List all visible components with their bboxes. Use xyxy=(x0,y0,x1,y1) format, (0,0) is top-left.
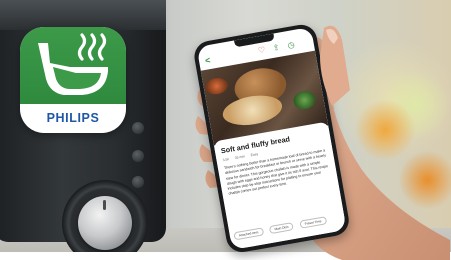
side-dish xyxy=(204,76,229,96)
meta-time: 35 min xyxy=(234,154,246,161)
pot-steam-icon xyxy=(38,33,108,95)
appliance-button xyxy=(132,176,144,188)
dial-indicator xyxy=(103,200,106,210)
chip-attached-item[interactable]: Attached Item xyxy=(233,227,264,241)
scene: PHILIPS < ♡ ⇪ ◷ Soft and fluffy bread 3.… xyxy=(0,0,451,260)
appliance-button xyxy=(132,150,144,162)
heart-icon[interactable]: ♡ xyxy=(257,45,266,55)
recipe-card: Soft and fluffy bread 3.5k 35 min Easy T… xyxy=(213,121,347,250)
chip-main-dish[interactable]: Main Dish xyxy=(268,222,295,235)
appliance-lid xyxy=(0,0,166,30)
timer-icon[interactable]: ◷ xyxy=(287,40,295,50)
back-arrow-icon[interactable]: < xyxy=(204,55,211,66)
app-icon: PHILIPS xyxy=(20,27,126,133)
bread-slice xyxy=(220,91,285,130)
brand-logo-text: PHILIPS xyxy=(46,111,100,125)
appliance-button xyxy=(132,122,144,134)
meta-likes: 3.5k xyxy=(222,157,230,163)
recipe-chip-row: Attached Item Main Dish Preset Time xyxy=(233,213,345,242)
share-icon[interactable]: ⇪ xyxy=(272,43,280,53)
chip-preset-time[interactable]: Preset Time xyxy=(299,216,328,229)
thumb xyxy=(320,25,350,106)
meta-difficulty: Easy xyxy=(250,152,259,158)
